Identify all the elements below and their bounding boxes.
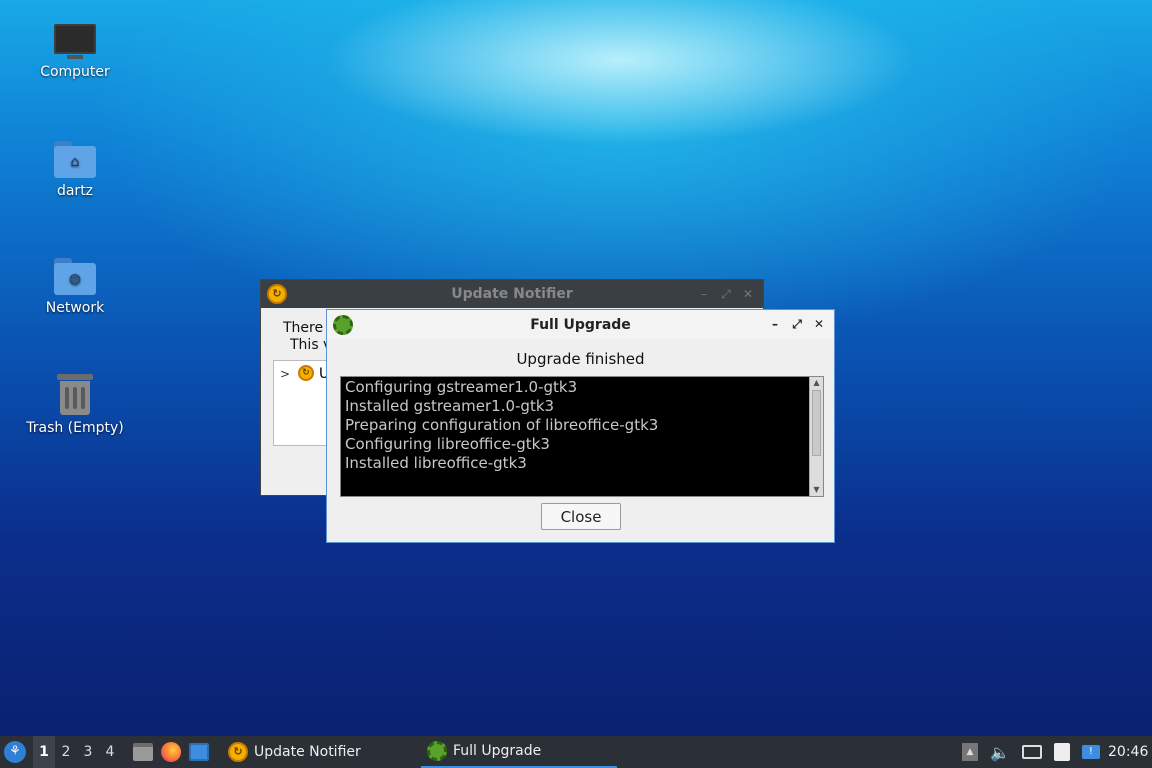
- workspace-4[interactable]: 4: [99, 736, 121, 768]
- update-tree[interactable]: > ↻ U: [273, 360, 333, 446]
- window-title: Update Notifier: [451, 286, 573, 302]
- firefox-launcher-icon[interactable]: [161, 742, 181, 762]
- update-notifier-icon: ↻: [298, 365, 314, 381]
- task-label: Full Upgrade: [453, 743, 542, 759]
- close-window-button[interactable]: ✕: [812, 316, 826, 332]
- computer-icon: [54, 24, 96, 60]
- desktop-icon-label: dartz: [56, 183, 94, 199]
- log-line: Configuring libreoffice-gtk3: [345, 435, 550, 453]
- titlebar[interactable]: ↻ Update Notifier – ⤢ ✕: [261, 280, 763, 308]
- notifier-text-line: There: [283, 320, 324, 336]
- desktop-icon-network[interactable]: ◍ Network: [10, 258, 140, 316]
- scrollbar-thumb[interactable]: [812, 390, 821, 456]
- desktop-icon-label: Trash (Empty): [26, 420, 124, 436]
- close-window-button[interactable]: ✕: [741, 286, 755, 302]
- file-manager-launcher-icon[interactable]: [133, 743, 153, 761]
- window-title: Full Upgrade: [530, 316, 631, 333]
- clipboard-icon[interactable]: [1053, 743, 1070, 761]
- desktop-icon-computer[interactable]: Computer: [10, 24, 140, 80]
- log-output[interactable]: Configuring gstreamer1.0-gtk3 Installed …: [340, 376, 824, 497]
- gear-icon: [427, 741, 447, 761]
- desktop-launcher-icon[interactable]: [189, 743, 209, 761]
- close-button[interactable]: Close: [541, 503, 621, 530]
- desktop-icon-label: Computer: [40, 64, 110, 80]
- log-line: Preparing configuration of libreoffice-g…: [345, 416, 659, 434]
- app-menu-icon: ⚘: [4, 741, 26, 763]
- clock[interactable]: 20:46: [1108, 736, 1148, 768]
- tray-expand-icon[interactable]: ▲: [962, 743, 978, 761]
- chevron-right-icon[interactable]: >: [280, 367, 290, 381]
- task-full-upgrade[interactable]: Full Upgrade: [421, 736, 617, 768]
- log-line: Installed gstreamer1.0-gtk3: [345, 397, 555, 415]
- maximize-button[interactable]: ⤢: [719, 286, 733, 302]
- maximize-button[interactable]: ⤢: [790, 316, 804, 332]
- log-line: Installed libreoffice-gtk3: [345, 454, 527, 472]
- log-line: Configuring gstreamer1.0-gtk3: [345, 378, 578, 396]
- status-label: Upgrade finished: [516, 350, 645, 368]
- scroll-up-icon[interactable]: ▲: [810, 377, 823, 389]
- desktop-icon-trash[interactable]: Trash (Empty): [10, 374, 140, 436]
- minimize-button[interactable]: –: [697, 286, 711, 302]
- workspace-2[interactable]: 2: [55, 736, 77, 768]
- scroll-down-icon[interactable]: ▼: [810, 484, 823, 496]
- trash-icon: [57, 374, 93, 416]
- scrollbar[interactable]: ▲ ▼: [809, 377, 823, 496]
- minimize-button[interactable]: –: [768, 316, 782, 332]
- notification-icon[interactable]: !: [1081, 745, 1100, 759]
- network-icon[interactable]: [1021, 745, 1042, 759]
- titlebar[interactable]: Full Upgrade – ⤢ ✕: [327, 310, 834, 339]
- full-upgrade-window[interactable]: Full Upgrade – ⤢ ✕ Upgrade finished Conf…: [326, 309, 835, 543]
- workspace-1[interactable]: 1: [33, 736, 55, 768]
- volume-icon[interactable]: 🔈: [990, 743, 1010, 762]
- home-folder-icon: ⌂: [54, 141, 96, 179]
- desktop-icon-home[interactable]: ⌂ dartz: [10, 141, 140, 199]
- taskbar: ⚘ 1 2 3 4 ↻ Update Notifier Full Upgrade…: [0, 736, 1152, 768]
- task-label: Update Notifier: [254, 744, 361, 760]
- desktop-icon-label: Network: [45, 300, 105, 316]
- update-notifier-icon: ↻: [228, 742, 248, 762]
- network-folder-icon: ◍: [54, 258, 96, 296]
- task-update-notifier[interactable]: ↻ Update Notifier: [222, 736, 412, 768]
- workspace-3[interactable]: 3: [77, 736, 99, 768]
- start-menu-button[interactable]: ⚘: [4, 736, 28, 768]
- notifier-text-line: This v: [290, 337, 332, 353]
